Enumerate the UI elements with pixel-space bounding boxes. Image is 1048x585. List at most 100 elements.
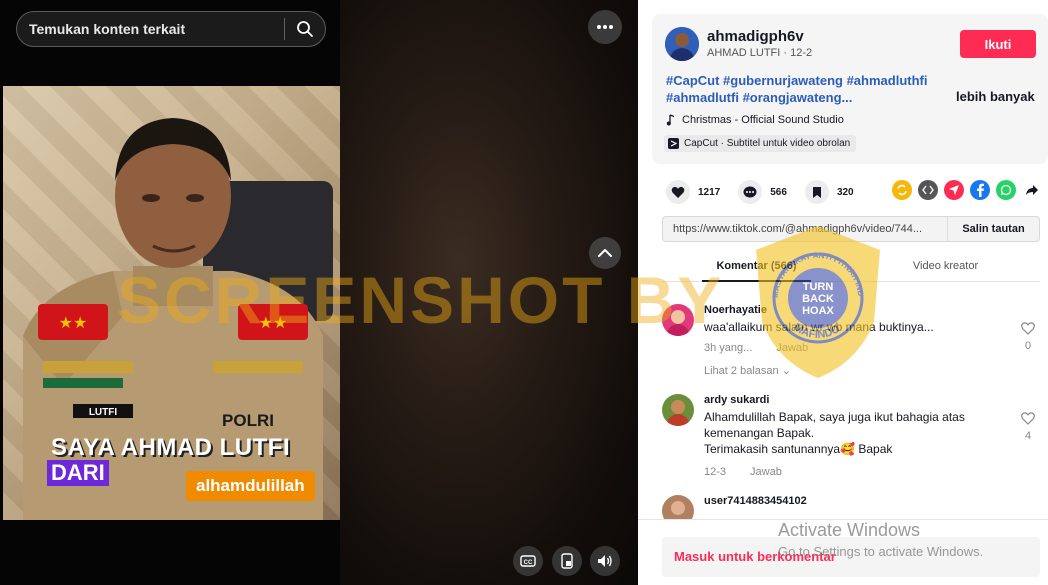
save-stat[interactable]: 320 [804,180,854,204]
comment-like-count: 4 [1024,430,1032,442]
whatsapp-icon [1000,184,1012,196]
avatar-image [665,27,699,61]
svg-text:★★: ★★ [59,315,88,332]
code-icon [922,185,934,195]
comment-text: Alhamdulillah Bapak, saya juga ikut baha… [704,409,994,457]
video-caption-line2: DARI [47,460,109,486]
repost-button[interactable] [892,180,912,200]
repost-icon [897,184,907,196]
heart-outline-icon [1021,412,1035,425]
like-stat[interactable]: 1217 [666,180,720,204]
share-url[interactable]: https://www.tiktok.com/@ahmadigph6v/vide… [663,223,947,235]
send-icon [949,185,959,195]
svg-text:★★: ★★ [259,315,288,332]
svg-text:LUTFI: LUTFI [89,407,118,418]
heart-outline-icon [1021,322,1035,335]
bookmark-icon [812,186,821,198]
panel-tabs: Komentar (566) Video kreator [662,252,1040,282]
more-dots-icon [597,25,613,29]
avatar-image [662,304,694,336]
search-button[interactable] [285,11,325,47]
facebook-share-button[interactable] [970,180,990,200]
video-caption-line1: SAYA AHMAD LUTFI [51,434,291,461]
like-count: 1217 [698,186,721,198]
see-more-link[interactable]: lebih banyak [956,89,1035,104]
capcut-anchor[interactable]: CapCut · Subtitel untuk video obrolan [664,135,857,152]
copy-link-button[interactable]: Salin tautan [947,217,1039,241]
commenter-name[interactable]: user7414883454102 [704,495,807,507]
search-bar[interactable] [16,11,326,47]
comment-time: 12-3 [704,466,727,478]
search-icon [297,21,313,37]
blurred-background [340,0,638,585]
activate-windows-subtitle: Go to Settings to activate Windows. [778,544,984,559]
save-count: 320 [836,186,854,198]
closed-captions-icon: CC [520,555,536,567]
follow-button[interactable]: Ikuti [960,30,1036,58]
reply-button[interactable]: Jawab [776,342,808,354]
comment-text-line: Terimakasih santunannya🥰 Bapak [704,442,893,456]
commenter-avatar[interactable] [662,394,694,426]
previous-video-button[interactable] [589,237,621,269]
author-username[interactable]: ahmadigph6v [707,28,804,45]
video-caption-tag: alhamdulillah [186,471,315,501]
video-frame: ★★ ★★ LUTFI POLRI SAYA AHMAD LUTFI DARI … [3,86,340,520]
phone-float-icon [561,553,573,569]
commenter-name[interactable]: Noerhayatie [704,304,767,316]
info-panel: ahmadigph6v AHMAD LUTFI · 12-2 Ikuti #Ca… [638,0,1048,585]
music-link[interactable]: Christmas - Official Sound Studio [666,114,844,126]
author-avatar[interactable] [665,27,699,61]
comment-item: ardy sukardi Alhamdulillah Bapak, saya j… [662,394,1040,484]
share-buttons [892,180,1042,200]
comment-text-line: Alhamdulillah Bapak, saya juga ikut baha… [704,410,965,424]
description-card: ahmadigph6v AHMAD LUTFI · 12-2 Ikuti #Ca… [652,14,1048,164]
comment-stat[interactable]: 566 [738,180,787,204]
comment-meta: 3h yang... Jawab [704,342,808,354]
speaker-icon [598,555,612,567]
svg-text:POLRI: POLRI [222,411,274,430]
commenter-name[interactable]: ardy sukardi [704,394,769,406]
share-arrow-icon [1026,185,1038,195]
captions-button[interactable]: CC [513,546,543,576]
comment-time: 3h yang... [704,342,753,354]
comment-footer: Masuk untuk berkomentar Activate Windows… [638,519,1048,585]
comment-text: waa'allaikum salam wr wb mana buktinya..… [704,320,934,334]
facebook-icon [977,183,984,197]
author-display-line: AHMAD LUTFI · 12-2 [707,47,813,59]
engagement-stats: 1217 566 320 [666,180,872,204]
view-replies-button[interactable]: Lihat 2 balasan ⌄ [704,364,791,377]
capcut-icon [668,138,679,149]
tab-creator-videos[interactable]: Video kreator [851,260,1040,272]
capcut-label: CapCut · Subtitel untuk video obrolan [684,138,851,149]
comment-like-button[interactable]: 4 [1016,412,1040,442]
chevron-up-icon [598,249,612,257]
send-button[interactable] [944,180,964,200]
more-share-button[interactable] [1022,180,1042,200]
search-input[interactable] [17,21,284,37]
commenter-avatar[interactable] [662,304,694,336]
embed-button[interactable] [918,180,938,200]
chevron-down-icon: ⌄ [781,365,791,377]
active-tab-indicator [702,280,811,282]
comment-count: 566 [770,186,787,198]
comment-item: Noerhayatie waa'allaikum salam wr wb man… [662,304,1040,384]
heart-icon [671,186,685,198]
comment-meta: 12-3 Jawab [704,466,782,478]
video-player[interactable]: ★★ ★★ LUTFI POLRI SAYA AHMAD LUTFI DARI … [0,0,638,585]
volume-button[interactable] [590,546,620,576]
share-link-box: https://www.tiktok.com/@ahmadigph6v/vide… [662,216,1040,242]
comment-bubble-icon [743,186,757,197]
svg-text:CC: CC [524,560,533,566]
avatar-image [662,394,694,426]
reply-button[interactable]: Jawab [750,466,782,478]
music-note-icon [666,114,675,126]
comment-text-line: kemenangan Bapak. [704,426,815,440]
view-replies-label: Lihat 2 balasan [704,365,779,377]
tab-comments[interactable]: Komentar (566) [662,260,851,272]
hashtags[interactable]: #CapCut #gubernurjawateng #ahmadluthfi #… [666,72,936,106]
comment-like-button[interactable]: 0 [1016,322,1040,352]
whatsapp-share-button[interactable] [996,180,1016,200]
more-options-button[interactable] [588,10,622,44]
floating-player-button[interactable] [552,546,582,576]
activate-windows-title: Activate Windows [778,520,921,540]
